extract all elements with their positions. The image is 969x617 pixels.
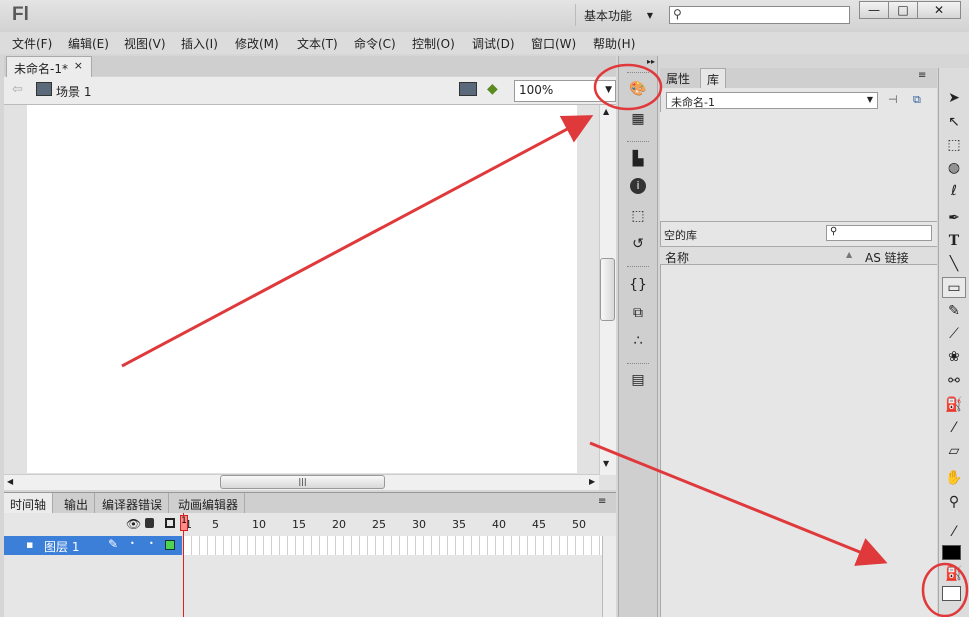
annotation-circle — [593, 63, 663, 111]
annotation-arrow — [589, 441, 888, 566]
annotation-overlay — [121, 63, 969, 617]
annotation-circle — [921, 562, 969, 617]
annotation-arrow — [121, 115, 594, 368]
